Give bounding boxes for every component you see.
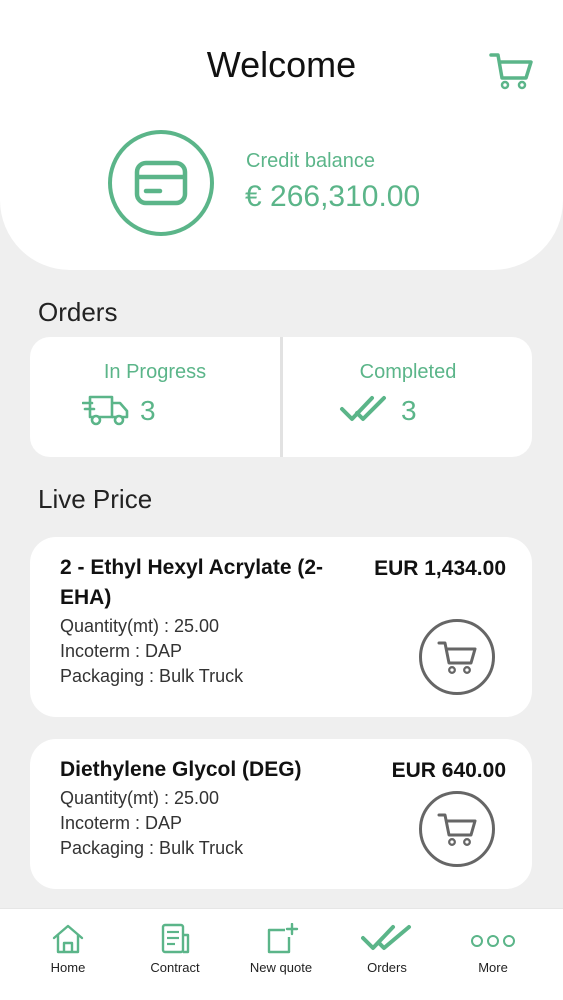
new-quote-icon <box>267 923 299 954</box>
tab-orders-label: Orders <box>367 960 407 975</box>
double-check-icon <box>340 396 386 421</box>
product-name-continued: EHA) <box>60 586 112 609</box>
orders-in-progress[interactable]: In Progress 3 <box>30 337 280 457</box>
tab-more-label: More <box>478 960 508 975</box>
live-price-card[interactable]: 2 - Ethyl Hexyl Acrylate (2- EHA) EUR 1,… <box>30 537 532 717</box>
completed-label: Completed <box>359 361 457 383</box>
add-to-cart-button[interactable] <box>419 619 495 695</box>
tab-home-label: Home <box>50 960 86 975</box>
add-to-cart-button[interactable] <box>419 791 495 867</box>
live-price-section-title: Live Price <box>38 484 153 514</box>
header-panel: Welcome Credit balance € 266,310.00 <box>0 0 563 270</box>
orders-summary-card: In Progress 3 Completed 3 <box>30 337 532 457</box>
tab-orders[interactable]: Orders <box>331 909 443 1000</box>
bottom-tab-bar: Home Contract New quote Orders More <box>0 908 563 1000</box>
tab-contract[interactable]: Contract <box>119 909 231 1000</box>
in-progress-count: 3 <box>140 395 156 426</box>
product-price: EUR 640.00 <box>391 759 506 782</box>
page-title: Welcome <box>206 44 357 85</box>
cart-button[interactable] <box>488 50 536 92</box>
product-name: 2 - Ethyl Hexyl Acrylate (2- <box>60 556 323 579</box>
product-quantity: Quantity(mt) : 25.00 <box>60 616 220 636</box>
tab-new-quote-label: New quote <box>249 960 313 975</box>
completed-count: 3 <box>401 395 417 426</box>
in-progress-label: In Progress <box>103 361 207 383</box>
product-price: EUR 1,434.00 <box>374 557 506 580</box>
credit-balance-label: Credit balance <box>246 150 375 172</box>
cart-icon <box>437 641 477 674</box>
orders-section-title: Orders <box>38 297 118 327</box>
home-icon <box>52 924 84 954</box>
delivery-truck-icon <box>82 395 129 426</box>
credit-balance-amount: € 266,310.00 <box>245 180 421 213</box>
product-incoterm: Incoterm : DAP <box>60 641 183 661</box>
cart-icon <box>489 53 533 90</box>
cart-icon <box>437 813 477 846</box>
live-price-card[interactable]: Diethylene Glycol (DEG) EUR 640.00 Quant… <box>30 739 532 889</box>
tab-new-quote[interactable]: New quote <box>225 909 337 1000</box>
orders-completed[interactable]: Completed 3 <box>283 337 533 457</box>
credit-card-icon <box>134 160 188 206</box>
product-name: Diethylene Glycol (DEG) <box>60 758 302 781</box>
more-dots-icon <box>471 935 515 947</box>
product-packaging: Packaging : Bulk Truck <box>60 666 244 686</box>
tab-contract-label: Contract <box>150 960 200 975</box>
product-quantity: Quantity(mt) : 25.00 <box>60 788 220 808</box>
double-check-icon <box>361 925 411 950</box>
tab-home[interactable]: Home <box>12 909 124 1000</box>
product-packaging: Packaging : Bulk Truck <box>60 838 244 858</box>
product-incoterm: Incoterm : DAP <box>60 813 183 833</box>
tab-more[interactable]: More <box>437 909 549 1000</box>
credit-card-badge <box>108 130 214 236</box>
contract-icon <box>161 923 190 954</box>
